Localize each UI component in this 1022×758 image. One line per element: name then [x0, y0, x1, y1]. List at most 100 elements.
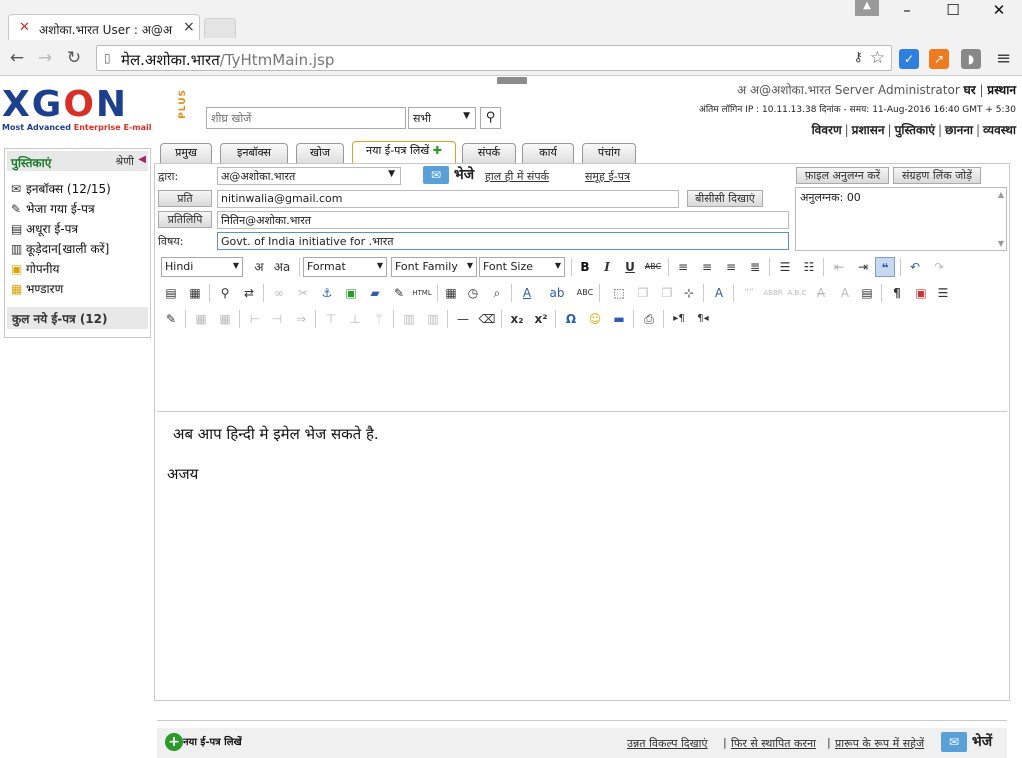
advanced-options-link[interactable]: उन्नत विकल्प दिखाएं [627, 736, 708, 751]
media-icon[interactable]: ▰ [365, 283, 385, 303]
underline-icon[interactable]: U [620, 257, 640, 277]
strikethrough-icon[interactable]: ABC [643, 257, 663, 277]
horizontal-rule-icon[interactable]: — [453, 309, 473, 329]
copy-icon[interactable]: ❐ [633, 283, 653, 303]
save-draft-link[interactable]: प्रारूप के रूप में सहेजें [835, 736, 924, 751]
highlight-color-icon[interactable]: ab [547, 283, 567, 303]
bold-icon[interactable]: B [575, 257, 595, 277]
image-icon[interactable]: ▣ [341, 283, 361, 303]
profile-icon[interactable]: ▲ [855, 0, 879, 16]
search-icon[interactable]: ⚲ [480, 107, 501, 129]
horizontal-break-icon[interactable]: ☰ [933, 283, 953, 303]
font-size-select[interactable]: Font Size ▼ [479, 257, 565, 277]
indent-icon[interactable]: ⇥ [853, 257, 873, 277]
sidebar-category[interactable]: श्रेणी [115, 154, 134, 169]
undo-icon[interactable]: ↶ [905, 257, 925, 277]
acronym-icon[interactable]: A.B.C [787, 283, 807, 303]
ltr-icon[interactable]: ▸¶ [669, 309, 689, 329]
abbreviation-icon[interactable]: ABBR [763, 283, 783, 303]
language-select[interactable]: Hindi ▼ [161, 257, 243, 277]
split-cell-icon[interactable]: ᛘ [369, 309, 389, 329]
search-scope-select[interactable]: सभी ▼ [408, 107, 476, 129]
tab-home[interactable]: प्रमुख [160, 143, 212, 163]
nav-link-filter[interactable]: छानना [945, 123, 973, 137]
quote-icon[interactable]: “” [739, 283, 759, 303]
cleanup-icon[interactable]: ✎ [389, 283, 409, 303]
replace-icon[interactable]: ⇄ [239, 283, 259, 303]
new-mail-button[interactable]: + नया ई-पत्र लिखें [165, 733, 242, 751]
nav-link-details[interactable]: विवरण [812, 123, 842, 137]
extension-chart-icon[interactable]: ↗ [929, 49, 949, 69]
tab-compose[interactable]: नया ई-पत्र लिखें ✚ [352, 141, 456, 164]
bullet-list-icon[interactable]: ☰ [775, 257, 795, 277]
attach-file-button[interactable]: फ़ाइल अनुलग्न करें [796, 167, 889, 184]
folder-sent[interactable]: ✎ भेजा गया ई-पत्र [11, 200, 95, 218]
folder-trash[interactable]: ▥ कूड़ेदान[खाली करें] [11, 240, 109, 258]
emoticon-icon[interactable]: ☺ [585, 309, 605, 329]
nav-link-admin[interactable]: प्रशासन [852, 123, 885, 137]
reset-link[interactable]: फिर से स्थापित करना [731, 736, 816, 751]
browser-menu-icon[interactable]: ≡ [996, 48, 1011, 69]
tab-tasks[interactable]: कार्य [522, 143, 574, 163]
anchor-icon[interactable]: ⚓ [317, 283, 337, 303]
text-color-icon[interactable]: A [517, 283, 537, 303]
new-tab-button[interactable] [204, 18, 236, 38]
resize-grip-handle[interactable] [497, 77, 527, 84]
find-icon[interactable]: ⚲ [215, 283, 235, 303]
forward-icon[interactable]: → [34, 48, 56, 68]
merge-cells-icon[interactable]: ▥ [399, 309, 419, 329]
special-char-icon[interactable]: Ω [561, 309, 581, 329]
from-select[interactable]: अ@अशोका.भारत ▼ [217, 167, 401, 185]
align-justify-icon[interactable]: ≣ [745, 257, 765, 277]
blockquote-icon[interactable]: ❝ [875, 257, 895, 277]
insertion-icon[interactable]: A [835, 283, 855, 303]
insert-time-icon[interactable]: ◷ [463, 283, 483, 303]
tab-search[interactable]: खोज [296, 143, 344, 163]
browser-tab[interactable]: ✕ अशोका.भारत User : अ@अ × [8, 14, 200, 40]
link-icon[interactable]: ∞ [269, 283, 289, 303]
close-window-icon[interactable]: ✕ [976, 0, 1022, 22]
html-source-icon[interactable]: HTML [409, 283, 435, 303]
unlink-icon[interactable]: ✂ [293, 283, 313, 303]
paste-icon[interactable]: ❐ [657, 283, 677, 303]
italic-icon[interactable]: I [597, 257, 617, 277]
attributes-icon[interactable]: ▤ [857, 283, 877, 303]
page-break-icon[interactable]: ▣ [911, 283, 931, 303]
media-embed-icon[interactable]: ▬ [609, 309, 629, 329]
numbered-list-icon[interactable]: ☷ [799, 257, 819, 277]
nav-link-folders[interactable]: पुस्तिकाएं [895, 123, 935, 137]
close-tab-icon[interactable]: × [183, 19, 195, 35]
reload-icon[interactable]: ↻ [63, 48, 85, 68]
message-editor[interactable]: अब आप हिन्दी मे इमेल भेज सकते है. अजय [157, 411, 1007, 721]
bookmark-star-icon[interactable]: ☆ [870, 48, 885, 68]
edit-icon[interactable]: ✎ [161, 309, 181, 329]
collapse-arrow-icon[interactable]: ◀ [138, 154, 146, 165]
subject-field[interactable]: Govt. of India initiative for .भारत [217, 232, 789, 250]
scroll-up-icon[interactable]: ▲ [998, 190, 1004, 199]
recent-contacts-link[interactable]: हाल ही में संपर्क [485, 169, 549, 184]
folder-confidential[interactable]: ▣ गोपनीय [11, 260, 59, 278]
minimize-icon[interactable]: – [884, 0, 930, 22]
print-icon[interactable]: ⎙ [639, 309, 659, 329]
address-bar[interactable]: ▯ मेल.अशोका.भारत/TyHtmMain.jsp ⚷ ☆ [96, 45, 892, 71]
align-center-icon[interactable]: ≡ [697, 257, 717, 277]
align-right-icon[interactable]: ≡ [721, 257, 741, 277]
tab-inbox[interactable]: इनबॉक्स [220, 143, 288, 163]
cc-button[interactable]: प्रतिलिपि [158, 211, 212, 228]
delete-row-icon[interactable]: ⊣ [267, 309, 287, 329]
paste-word-icon[interactable]: ▦ [185, 283, 205, 303]
remove-format-icon[interactable]: ⌫ [477, 309, 497, 329]
table-props-icon[interactable]: ▦ [215, 309, 235, 329]
extension-shield-icon[interactable]: ◗ [961, 49, 981, 69]
format-select[interactable]: Format ▼ [303, 257, 387, 277]
redo-icon[interactable]: ↷ [929, 257, 949, 277]
select-all-icon[interactable]: ⬚ [609, 283, 629, 303]
nav-link-settings[interactable]: व्यवस्था [983, 123, 1016, 137]
spellcheck-icon[interactable]: ABC [575, 283, 595, 303]
logout-link[interactable]: प्रस्थान [987, 83, 1016, 97]
to-field[interactable]: nitinwalia@gmail.com [217, 190, 679, 208]
row-props-icon[interactable]: ⇒ [291, 309, 311, 329]
styles-icon[interactable]: A [709, 283, 729, 303]
send-button-top[interactable]: ✉ भेजे [423, 165, 474, 187]
extension-check-icon[interactable]: ✓ [899, 49, 919, 69]
